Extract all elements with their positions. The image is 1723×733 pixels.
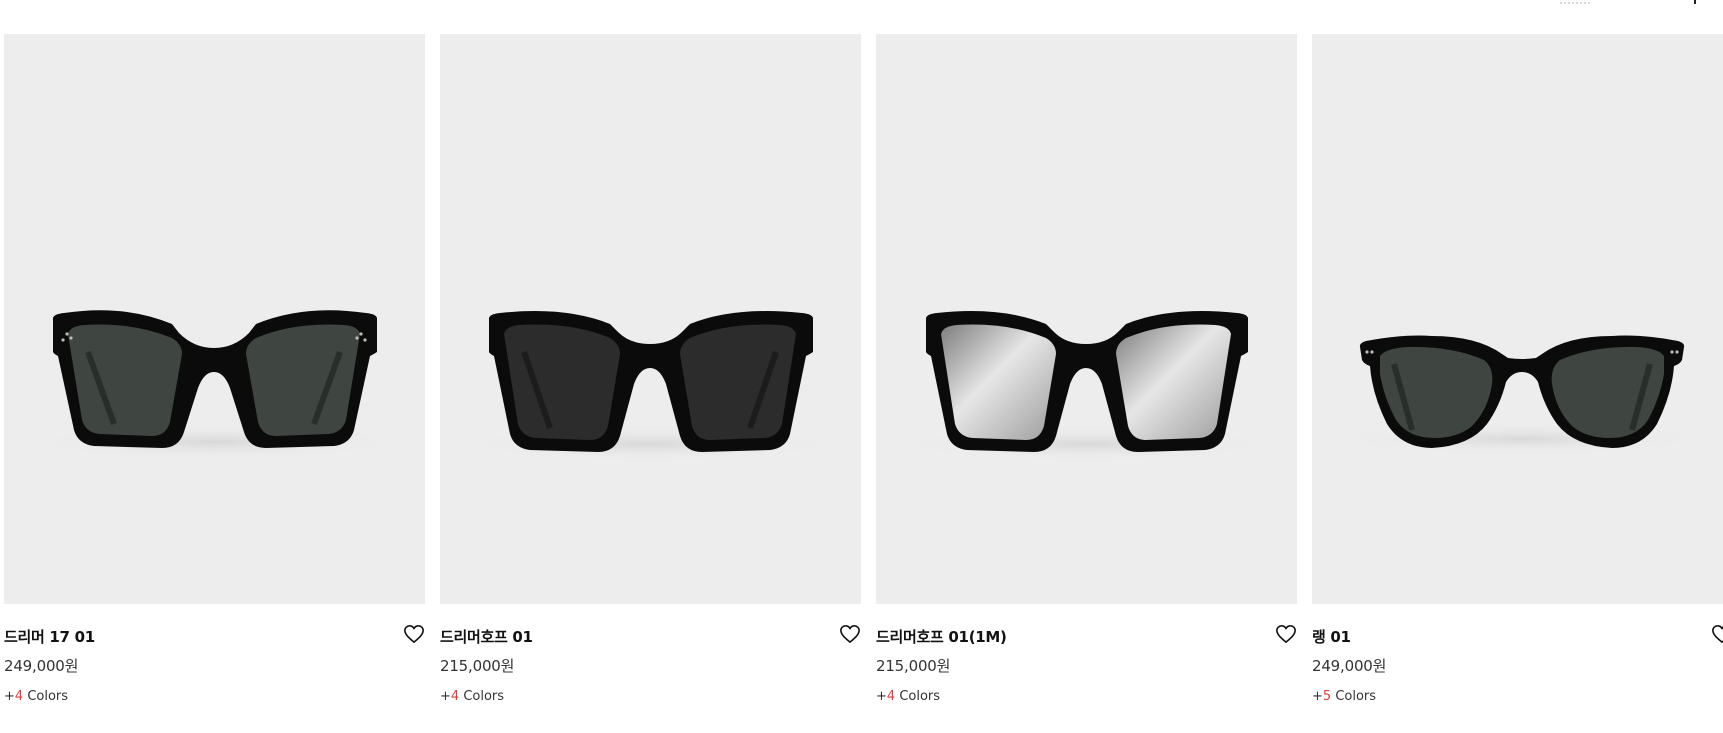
product-name[interactable]: 드리머호프 01(1M) <box>876 626 1007 647</box>
color-count-label: Colors <box>1331 689 1377 704</box>
product-meta: 드리머 17 01 249,000원 +4 Colors <box>4 604 425 704</box>
top-dotted-divider <box>1560 0 1590 4</box>
heart-outline-icon[interactable] <box>403 624 425 644</box>
product-color-count[interactable]: +4 Colors <box>4 689 68 704</box>
heart-outline-icon[interactable] <box>839 624 861 644</box>
product-price: 215,000원 <box>876 657 951 675</box>
color-count-number: 4 <box>450 689 460 704</box>
color-count-plus: + <box>4 689 15 704</box>
product-color-count[interactable]: +4 Colors <box>440 689 504 704</box>
sunglasses-round-dark-lens-icon <box>1332 335 1712 455</box>
sunglasses-square-mirror-lens-icon <box>896 311 1276 462</box>
color-count-label: Colors <box>895 689 941 704</box>
color-count-plus: + <box>876 689 887 704</box>
product-listing-page: 드리머 17 01 249,000원 +4 Colors 드리머호프 01 21… <box>0 0 1723 733</box>
product-price: 249,000원 <box>4 657 79 675</box>
color-count-number: 4 <box>14 689 24 704</box>
product-card[interactable]: 드리머호프 01(1M) 215,000원 +4 Colors <box>876 34 1297 704</box>
sunglasses-square-black-lens-icon <box>460 311 840 462</box>
color-count-number: 4 <box>886 689 896 704</box>
product-meta: 드리머호프 01(1M) 215,000원 +4 Colors <box>876 604 1297 704</box>
color-count-plus: + <box>440 689 451 704</box>
product-color-count[interactable]: +4 Colors <box>876 689 940 704</box>
product-image[interactable] <box>440 34 861 604</box>
color-count-label: Colors <box>459 689 505 704</box>
product-name[interactable]: 랭 01 <box>1312 626 1351 647</box>
top-tick-mark <box>1694 0 1696 4</box>
product-color-count[interactable]: +5 Colors <box>1312 689 1376 704</box>
color-count-label: Colors <box>23 689 69 704</box>
heart-outline-icon[interactable] <box>1275 624 1297 644</box>
product-meta: 드리머호프 01 215,000원 +4 Colors <box>440 604 861 704</box>
product-meta: 랭 01 249,000원 +5 Colors <box>1312 604 1723 704</box>
product-name[interactable]: 드리머호프 01 <box>440 626 533 647</box>
product-price: 215,000원 <box>440 657 515 675</box>
product-image[interactable] <box>876 34 1297 604</box>
top-bar-edge <box>0 0 1723 8</box>
product-card[interactable]: 드리머 17 01 249,000원 +4 Colors <box>4 34 425 704</box>
product-card[interactable]: 드리머호프 01 215,000원 +4 Colors <box>440 34 861 704</box>
color-count-number: 5 <box>1322 689 1332 704</box>
heart-outline-icon[interactable] <box>1711 624 1723 644</box>
product-card[interactable]: 랭 01 249,000원 +5 Colors <box>1312 34 1723 704</box>
product-image[interactable] <box>4 34 425 604</box>
color-count-plus: + <box>1312 689 1323 704</box>
sunglasses-square-oversized-dark-lens-icon <box>24 310 404 460</box>
product-image[interactable] <box>1312 34 1723 604</box>
product-grid: 드리머 17 01 249,000원 +4 Colors 드리머호프 01 21… <box>4 34 1723 704</box>
product-name[interactable]: 드리머 17 01 <box>4 626 95 647</box>
product-price: 249,000원 <box>1312 657 1387 675</box>
